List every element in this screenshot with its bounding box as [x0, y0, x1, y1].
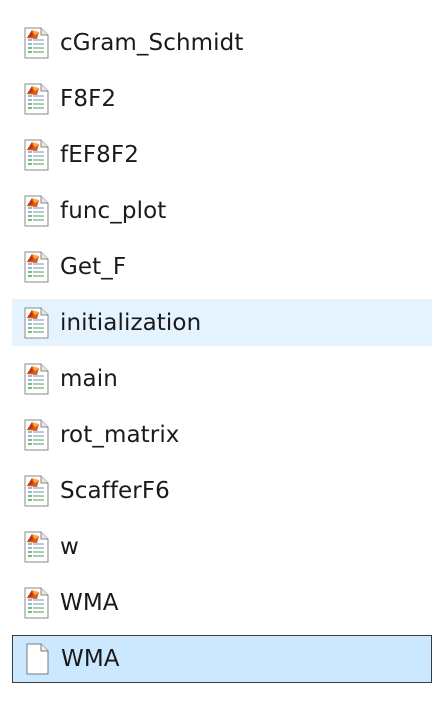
matlab-file-icon	[21, 307, 51, 339]
blank-file-icon	[22, 643, 52, 675]
matlab-file-icon	[21, 139, 51, 171]
matlab-file-icon	[21, 587, 51, 619]
file-name: Get_F	[60, 254, 127, 280]
file-name: w	[60, 534, 79, 560]
matlab-file-icon	[21, 419, 51, 451]
matlab-file-icon	[21, 251, 51, 283]
matlab-file-icon	[21, 475, 51, 507]
file-item-rot-matrix[interactable]: rot_matrix	[12, 407, 432, 463]
matlab-file-icon	[21, 27, 51, 59]
file-item-w[interactable]: w	[12, 519, 432, 575]
file-item-fef8f2[interactable]: fEF8F2	[12, 127, 432, 183]
file-name: F8F2	[60, 86, 117, 112]
file-name: rot_matrix	[60, 422, 180, 448]
file-item-func-plot[interactable]: func_plot	[12, 183, 432, 239]
matlab-file-icon	[21, 363, 51, 395]
file-name: initialization	[60, 309, 202, 336]
matlab-file-icon	[21, 531, 51, 563]
file-name: func_plot	[60, 198, 167, 224]
file-name: ScafferF6	[60, 478, 170, 504]
file-item-wma-m[interactable]: WMA	[12, 575, 432, 631]
file-item-scafferf6[interactable]: ScafferF6	[12, 463, 432, 519]
matlab-file-icon	[21, 195, 51, 227]
file-item-initialization[interactable]: initialization	[12, 299, 432, 346]
file-item-cgram-schmidt[interactable]: cGram_Schmidt	[12, 15, 432, 71]
file-name: WMA	[61, 646, 120, 672]
file-item-f8f2[interactable]: F8F2	[12, 71, 432, 127]
file-item-main[interactable]: main	[12, 351, 432, 407]
file-item-wma-blank[interactable]: WMA	[12, 635, 432, 683]
file-list: cGram_Schmidt F8F2 fEF8F2 func_plot Get_…	[0, 15, 432, 687]
file-name: cGram_Schmidt	[60, 30, 244, 56]
file-name: main	[60, 366, 118, 392]
file-name: fEF8F2	[60, 142, 139, 168]
matlab-file-icon	[21, 83, 51, 115]
file-name: WMA	[60, 590, 119, 616]
file-item-get-f[interactable]: Get_F	[12, 239, 432, 295]
